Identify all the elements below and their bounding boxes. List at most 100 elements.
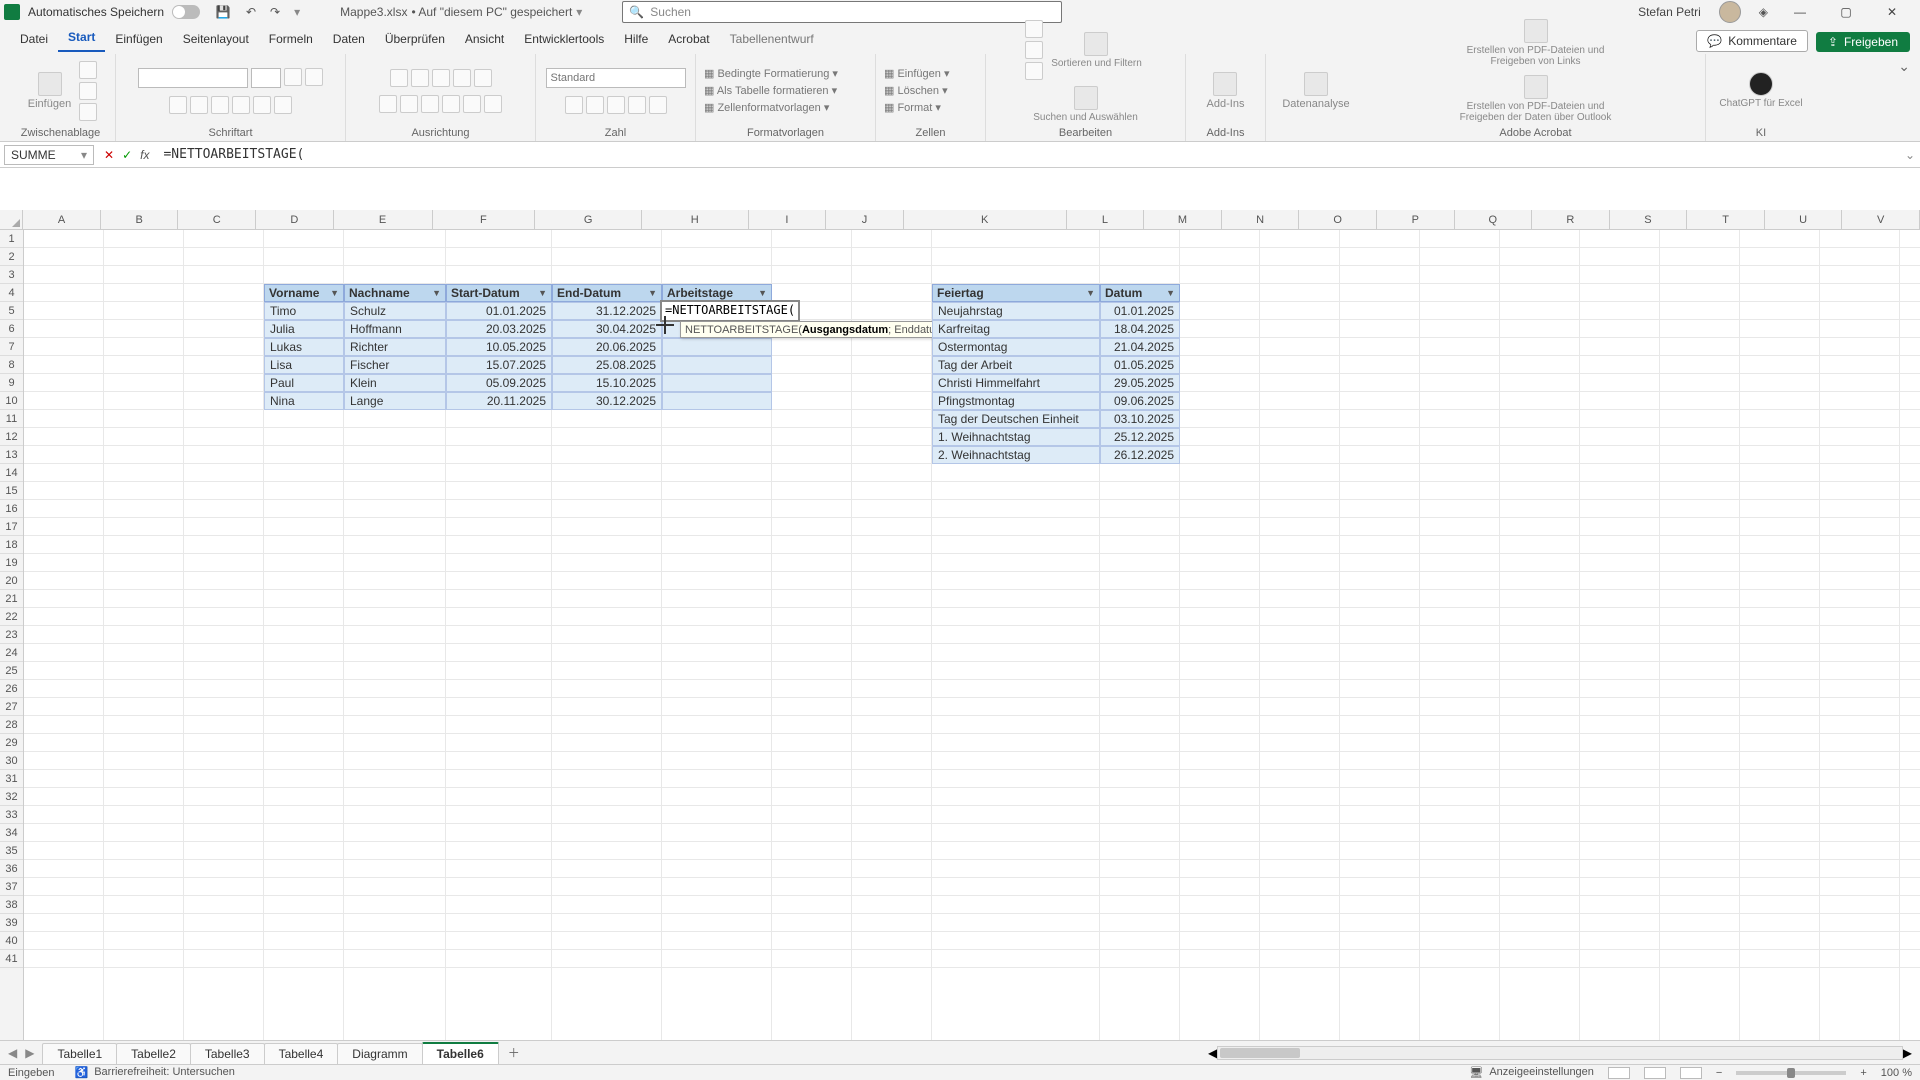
column-header[interactable]: V: [1842, 210, 1920, 229]
table-cell[interactable]: Schulz: [344, 302, 446, 320]
tab-datei[interactable]: Datei: [10, 28, 58, 52]
comments-button[interactable]: 💬Kommentare: [1696, 30, 1808, 52]
row-header[interactable]: 10: [0, 392, 23, 410]
page-break-view-button[interactable]: [1680, 1067, 1702, 1079]
document-title[interactable]: Mappe3.xlsx • Auf "diesem PC" gespeicher…: [340, 5, 582, 19]
table-cell[interactable]: 1. Weihnachtstag: [932, 428, 1100, 446]
table-cell[interactable]: 20.11.2025: [446, 392, 552, 410]
sheet-tab[interactable]: Diagramm: [337, 1043, 422, 1064]
copy-button[interactable]: [79, 82, 97, 100]
table-cell[interactable]: Neujahrstag: [932, 302, 1100, 320]
filter-icon[interactable]: ▼: [432, 285, 441, 301]
filter-icon[interactable]: ▼: [648, 285, 657, 301]
underline-button[interactable]: [211, 96, 229, 114]
table-cell[interactable]: 18.04.2025: [1100, 320, 1180, 338]
table-header[interactable]: Arbeitstage▼: [662, 284, 772, 302]
table-cell[interactable]: 29.05.2025: [1100, 374, 1180, 392]
row-header[interactable]: 38: [0, 896, 23, 914]
column-header[interactable]: G: [535, 210, 642, 229]
column-header[interactable]: D: [256, 210, 334, 229]
table-cell[interactable]: Karfreitag: [932, 320, 1100, 338]
row-header[interactable]: 35: [0, 842, 23, 860]
fill-color-button[interactable]: [253, 96, 271, 114]
display-settings-button[interactable]: 🖥Anzeigeeinstellungen: [1469, 1066, 1594, 1079]
decrease-indent-button[interactable]: [442, 95, 460, 113]
table-cell[interactable]: Timo: [264, 302, 344, 320]
row-header[interactable]: 14: [0, 464, 23, 482]
table-cell[interactable]: 21.04.2025: [1100, 338, 1180, 356]
row-header[interactable]: 29: [0, 734, 23, 752]
table-cell[interactable]: [662, 392, 772, 410]
acrobat-create-outlook-button[interactable]: Erstellen von PDF-Dateien und Freigeben …: [1452, 73, 1620, 125]
row-header[interactable]: 39: [0, 914, 23, 932]
save-icon[interactable]: 💾: [214, 5, 232, 19]
table-cell[interactable]: [662, 374, 772, 392]
column-header[interactable]: F: [433, 210, 536, 229]
column-header[interactable]: K: [904, 210, 1067, 229]
table-cell[interactable]: Pfingstmontag: [932, 392, 1100, 410]
row-header[interactable]: 2: [0, 248, 23, 266]
column-header[interactable]: L: [1067, 210, 1145, 229]
table-cell[interactable]: 31.12.2025: [552, 302, 662, 320]
formula-expand-icon[interactable]: ⌄: [1900, 148, 1920, 162]
wrap-text-button[interactable]: [474, 69, 492, 87]
delete-cells-button[interactable]: ▦ Löschen ▾: [884, 84, 948, 97]
table-cell[interactable]: 25.12.2025: [1100, 428, 1180, 446]
formula-input[interactable]: =NETTOARBEITSTAGE(: [155, 147, 1900, 162]
column-header[interactable]: C: [178, 210, 256, 229]
orientation-button[interactable]: [453, 69, 471, 87]
row-header[interactable]: 1: [0, 230, 23, 248]
zoom-in-button[interactable]: +: [1860, 1067, 1866, 1079]
table-header[interactable]: Start-Datum▼: [446, 284, 552, 302]
merge-button[interactable]: [484, 95, 502, 113]
table-header[interactable]: Feiertag▼: [932, 284, 1100, 302]
column-header[interactable]: P: [1377, 210, 1455, 229]
table-cell[interactable]: 03.10.2025: [1100, 410, 1180, 428]
row-header[interactable]: 15: [0, 482, 23, 500]
sheet-tab[interactable]: Tabelle6: [422, 1042, 499, 1064]
close-button[interactable]: ✕: [1878, 5, 1906, 19]
align-top-button[interactable]: [390, 69, 408, 87]
table-cell[interactable]: 20.06.2025: [552, 338, 662, 356]
cut-button[interactable]: [79, 61, 97, 79]
font-size-input[interactable]: [251, 68, 281, 88]
table-cell[interactable]: 25.08.2025: [552, 356, 662, 374]
acrobat-create-link-button[interactable]: Erstellen von PDF-Dateien und Freigeben …: [1457, 17, 1615, 69]
row-header[interactable]: 33: [0, 806, 23, 824]
zoom-level[interactable]: 100 %: [1881, 1067, 1912, 1079]
font-color-button[interactable]: [274, 96, 292, 114]
row-header[interactable]: 26: [0, 680, 23, 698]
row-header[interactable]: 7: [0, 338, 23, 356]
tab-ueberpruefen[interactable]: Überprüfen: [375, 28, 455, 52]
table-cell[interactable]: 05.09.2025: [446, 374, 552, 392]
row-header[interactable]: 19: [0, 554, 23, 572]
maximize-button[interactable]: ▢: [1832, 5, 1860, 19]
table-cell[interactable]: Julia: [264, 320, 344, 338]
table-cell[interactable]: 20.03.2025: [446, 320, 552, 338]
column-header[interactable]: B: [101, 210, 179, 229]
table-cell[interactable]: Fischer: [344, 356, 446, 374]
column-header[interactable]: R: [1532, 210, 1610, 229]
sheet-tab[interactable]: Tabelle3: [190, 1043, 265, 1064]
table-cell[interactable]: 01.01.2025: [446, 302, 552, 320]
row-header[interactable]: 41: [0, 950, 23, 968]
table-cell[interactable]: Hoffmann: [344, 320, 446, 338]
column-header[interactable]: Q: [1455, 210, 1533, 229]
table-header[interactable]: Vorname▼: [264, 284, 344, 302]
align-right-button[interactable]: [421, 95, 439, 113]
table-cell[interactable]: 15.10.2025: [552, 374, 662, 392]
comma-button[interactable]: [607, 96, 625, 114]
table-header[interactable]: End-Datum▼: [552, 284, 662, 302]
column-header[interactable]: E: [334, 210, 433, 229]
column-header[interactable]: U: [1765, 210, 1843, 229]
data-analysis-button[interactable]: Datenanalyse: [1278, 70, 1353, 112]
autosum-button[interactable]: [1025, 20, 1043, 38]
column-header[interactable]: O: [1299, 210, 1377, 229]
table-header[interactable]: Datum▼: [1100, 284, 1180, 302]
decrease-font-button[interactable]: [305, 68, 323, 86]
row-header[interactable]: 18: [0, 536, 23, 554]
insert-cells-button[interactable]: ▦ Einfügen ▾: [884, 67, 949, 80]
table-cell[interactable]: Lukas: [264, 338, 344, 356]
addins-button[interactable]: Add-Ins: [1203, 70, 1249, 112]
horizontal-scrollbar[interactable]: [1217, 1046, 1903, 1060]
